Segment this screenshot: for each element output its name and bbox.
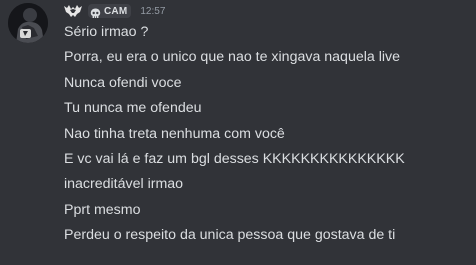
message-line: Perdeu o respeito da unica pessoa que go… (64, 227, 396, 244)
clan-tag-label: CAM (104, 5, 128, 17)
message-line: Sério irmao ? (64, 24, 149, 40)
skull-icon (90, 6, 101, 18)
message-line: Nao tinha treta nenhuma com você (64, 125, 285, 142)
message-line: inacreditável irmao (64, 176, 184, 193)
clan-tag[interactable]: CAM (88, 4, 132, 18)
timestamp: 12:57 (140, 5, 166, 17)
avatar[interactable] (8, 3, 48, 43)
message-line: Tu nunca me ofendeu (64, 100, 202, 117)
message-lines: Sério irmao ? Porra, eu era o unico que … (64, 22, 405, 251)
message-line: Pprt mesmo (64, 201, 141, 218)
message-line: E vc vai lá e faz um bgl desses KKKKKKKK… (64, 150, 405, 167)
message-group: CAM 12:57 Sério irmao ? Porra, eu era o … (0, 0, 476, 265)
message-line: Nunca ofendi voce (64, 74, 182, 91)
message-header: CAM 12:57 (64, 2, 165, 20)
bat-emblem-icon[interactable] (64, 4, 82, 18)
message-line: Porra, eu era o unico que nao te xingava… (64, 49, 401, 66)
